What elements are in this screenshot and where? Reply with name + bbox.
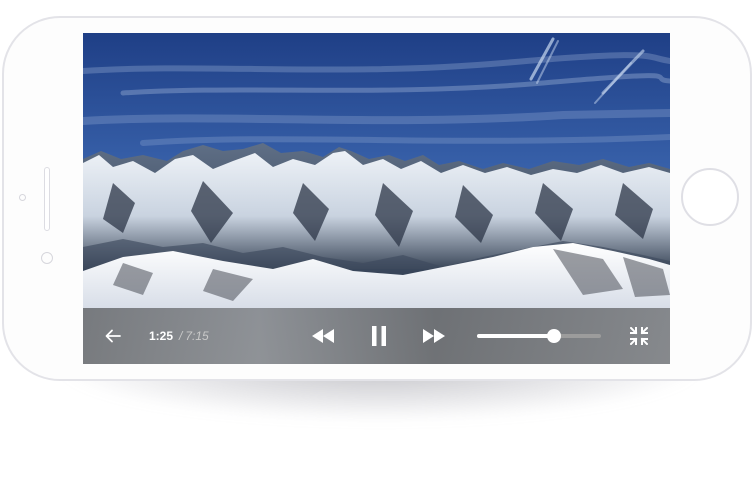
pause-icon <box>372 326 386 346</box>
volume-slider-handle[interactable] <box>546 329 561 343</box>
fullscreen-exit-button[interactable] <box>627 324 651 348</box>
earpiece-speaker <box>44 167 50 231</box>
arrow-left-icon <box>105 329 121 343</box>
volume-level-fill <box>477 334 554 338</box>
home-button[interactable] <box>681 168 739 226</box>
time-separator: / <box>179 329 183 343</box>
total-duration: 7:15 <box>185 329 209 343</box>
front-camera <box>19 194 26 201</box>
back-button[interactable] <box>101 324 125 348</box>
fast-forward-button[interactable] <box>420 324 448 348</box>
current-time: 1:25 <box>149 329 174 343</box>
fullscreen-exit-icon <box>630 327 648 345</box>
rewind-icon <box>312 329 334 343</box>
playback-time: 1:25 /7:15 <box>149 329 209 343</box>
volume-slider[interactable] <box>477 329 601 343</box>
player-control-bar: 1:25 /7:15 <box>83 308 670 364</box>
rewind-button[interactable] <box>309 324 337 348</box>
video-screen[interactable]: 1:25 /7:15 <box>83 33 670 364</box>
fast-forward-icon <box>423 329 445 343</box>
pause-button[interactable] <box>366 323 392 349</box>
front-sensor <box>41 252 53 264</box>
